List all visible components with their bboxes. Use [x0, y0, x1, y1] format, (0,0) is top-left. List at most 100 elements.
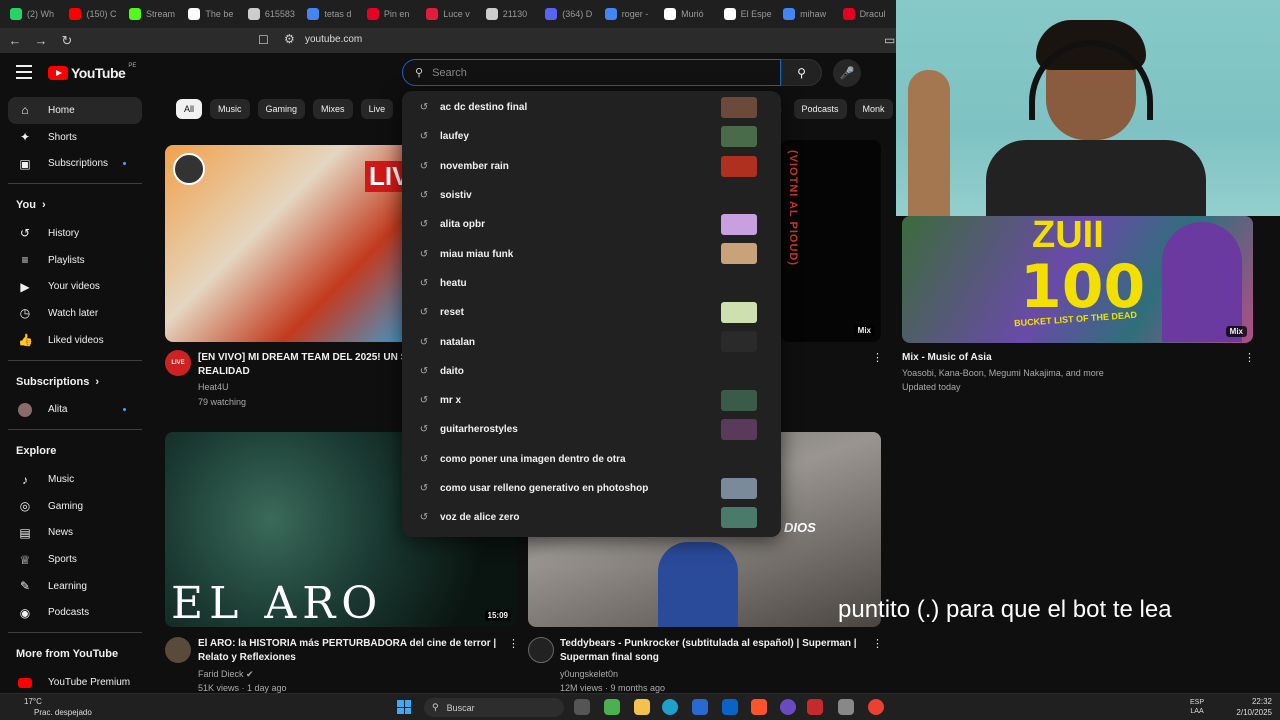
extensions-icon[interactable]: ▭: [884, 33, 895, 47]
browser-tab[interactable]: mihaw: [779, 3, 836, 25]
task-view-icon[interactable]: [574, 699, 590, 715]
search-suggestion[interactable]: ↺ como poner una imagen dentro de otra: [402, 445, 781, 474]
text-editor-icon[interactable]: [807, 699, 823, 715]
youtube-logo[interactable]: YouTube PE: [48, 63, 136, 81]
search-suggestion[interactable]: ↺ como usar relleno generativo en photosh…: [402, 474, 781, 503]
browser-tab[interactable]: 615583: [244, 3, 301, 25]
video-title[interactable]: El ARO: la HISTORIA más PERTURBADORA del…: [198, 637, 498, 665]
channel-name[interactable]: Farid Dieck ✔: [198, 667, 254, 681]
chip-podcasts[interactable]: Podcasts: [793, 99, 847, 119]
obs-icon[interactable]: [780, 699, 796, 715]
sidebar-item-liked-videos[interactable]: 👍 Liked videos: [8, 327, 142, 354]
search-input[interactable]: [432, 66, 733, 79]
video-title[interactable]: [EN VIVO] MI DREAM TEAM DEL 2025! UN S R…: [198, 351, 403, 379]
channel-name[interactable]: Heat4U: [198, 380, 229, 394]
system-clock[interactable]: 22:32 2/10/2025: [1222, 696, 1272, 718]
browser-tab[interactable]: Dracul: [839, 3, 896, 25]
sidebar-item-sports[interactable]: ♕ Sports: [8, 546, 142, 573]
chip-music[interactable]: Music: [210, 99, 250, 119]
file-explorer-icon[interactable]: [634, 699, 650, 715]
search-suggestion[interactable]: ↺ ac dc destino final: [402, 93, 781, 122]
more-options-icon[interactable]: ⋮: [1244, 351, 1255, 364]
sidebar-item-shorts[interactable]: ✦ Shorts: [8, 124, 142, 151]
browser-tab[interactable]: tetas d: [303, 3, 360, 25]
more-options-icon[interactable]: ⋮: [872, 351, 883, 364]
widgets-icon[interactable]: [604, 699, 620, 715]
sidebar-item-youtube-premium[interactable]: YouTube Premium: [8, 669, 142, 696]
app-icon[interactable]: [838, 699, 854, 715]
sidebar-item-history[interactable]: ↺ History: [8, 220, 142, 247]
search-box[interactable]: ⚲: [402, 59, 781, 86]
edge-icon[interactable]: [662, 699, 678, 715]
browser-tab[interactable]: The be: [184, 3, 241, 25]
forward-icon[interactable]: →: [34, 33, 48, 48]
taskbar-search[interactable]: ⚲ Buscar: [424, 698, 564, 717]
sidebar-item-podcasts[interactable]: ◉ Podcasts: [8, 600, 142, 627]
chip-monk[interactable]: Monk: [854, 99, 893, 119]
search-suggestion[interactable]: ↺ alita opbr: [402, 210, 781, 239]
video-thumbnail[interactable]: (VIOTNI AL PIOUD) Mix: [781, 140, 881, 342]
chip-all[interactable]: All: [176, 99, 203, 119]
video-title[interactable]: Mix - Music of Asia: [902, 351, 992, 365]
channel-avatar[interactable]: [528, 637, 554, 663]
video-thumbnail[interactable]: LIV: [165, 145, 415, 342]
menu-icon[interactable]: [16, 65, 32, 79]
chip-live[interactable]: Live: [360, 99, 394, 119]
address-bar-url[interactable]: youtube.com: [305, 34, 362, 45]
channel-name[interactable]: y0ungskelet0n: [560, 667, 618, 681]
sidebar-channel-alita[interactable]: Alita: [8, 397, 142, 424]
browser-tab[interactable]: Pin en: [363, 3, 420, 25]
sidebar-item-home[interactable]: ⌂ Home: [8, 97, 142, 124]
weather-widget[interactable]: 17°C Prac. despejado: [10, 696, 92, 718]
windows-start-icon[interactable]: [397, 700, 411, 714]
sidebar-item-learning[interactable]: ✎ Learning: [8, 573, 142, 600]
sidebar-subscriptions-heading[interactable]: Subscriptions ›: [8, 367, 142, 397]
sidebar-item-watch-later[interactable]: ◷ Watch later: [8, 300, 142, 327]
search-suggestion[interactable]: ↺ natalan: [402, 327, 781, 356]
browser-tab[interactable]: Murió: [660, 3, 717, 25]
browser-tab[interactable]: (2) Wh: [6, 3, 63, 25]
search-suggestion[interactable]: ↺ voz de alice zero: [402, 503, 781, 532]
search-suggestion[interactable]: ↺ heatu: [402, 269, 781, 298]
browser-tab[interactable]: Luce v: [422, 3, 479, 25]
channel-avatar[interactable]: [165, 637, 191, 663]
reload-icon[interactable]: ↻: [60, 33, 74, 49]
sidebar-item-news[interactable]: ▤ News: [8, 520, 142, 547]
site-info-icon[interactable]: ⚙: [284, 32, 295, 46]
search-suggestion[interactable]: ↺ soistiv: [402, 181, 781, 210]
chrome-icon[interactable]: [868, 699, 884, 715]
channel-avatar[interactable]: LIVE: [165, 350, 191, 376]
search-suggestion[interactable]: ↺ guitarherostyles: [402, 415, 781, 444]
search-suggestion[interactable]: ↺ daito: [402, 357, 781, 386]
sidebar-item-music[interactable]: ♪ Music: [8, 466, 142, 493]
search-suggestion[interactable]: ↺ miau miau funk: [402, 239, 781, 268]
sidebar-item-playlists[interactable]: ≡ Playlists: [8, 247, 142, 274]
browser-tab[interactable]: 21130: [482, 3, 539, 25]
sidebar-you-heading[interactable]: You ›: [8, 190, 142, 220]
input-language[interactable]: ESP LAA: [1190, 698, 1204, 716]
sidebar-item-gaming[interactable]: ◎ Gaming: [8, 493, 142, 520]
mix-thumbnail[interactable]: ZUII 100 BUCKET LIST OF THE DEAD Mix: [902, 216, 1253, 343]
search-suggestion[interactable]: ↺ november rain: [402, 152, 781, 181]
bookmark-icon[interactable]: ☐: [258, 33, 269, 47]
more-options-icon[interactable]: ⋮: [508, 637, 519, 650]
more-options-icon[interactable]: ⋮: [872, 637, 883, 650]
sidebar-item-your-videos[interactable]: ▶ Your videos: [8, 273, 142, 300]
sidebar-item-subscriptions[interactable]: ▣ Subscriptions: [8, 150, 142, 177]
voice-search-button[interactable]: 🎤: [833, 59, 861, 87]
browser-tab[interactable]: El Espe: [720, 3, 777, 25]
browser-tab[interactable]: (364) D: [541, 3, 598, 25]
search-suggestion[interactable]: ↺ laufey: [402, 122, 781, 151]
browser-tab[interactable]: roger -: [601, 3, 658, 25]
back-icon[interactable]: ←: [8, 33, 22, 48]
brave-icon[interactable]: [751, 699, 767, 715]
store-icon[interactable]: [692, 699, 708, 715]
chip-gaming[interactable]: Gaming: [257, 99, 306, 119]
browser-tab[interactable]: (150) C: [65, 3, 122, 25]
browser-tab[interactable]: Stream: [125, 3, 182, 25]
search-button[interactable]: ⚲: [781, 59, 822, 86]
outlook-icon[interactable]: [722, 699, 738, 715]
video-title[interactable]: Teddybears - Punkrocker (subtitulada al …: [560, 637, 865, 665]
chip-mixes[interactable]: Mixes: [313, 99, 353, 119]
search-suggestion[interactable]: ↺ reset: [402, 298, 781, 327]
